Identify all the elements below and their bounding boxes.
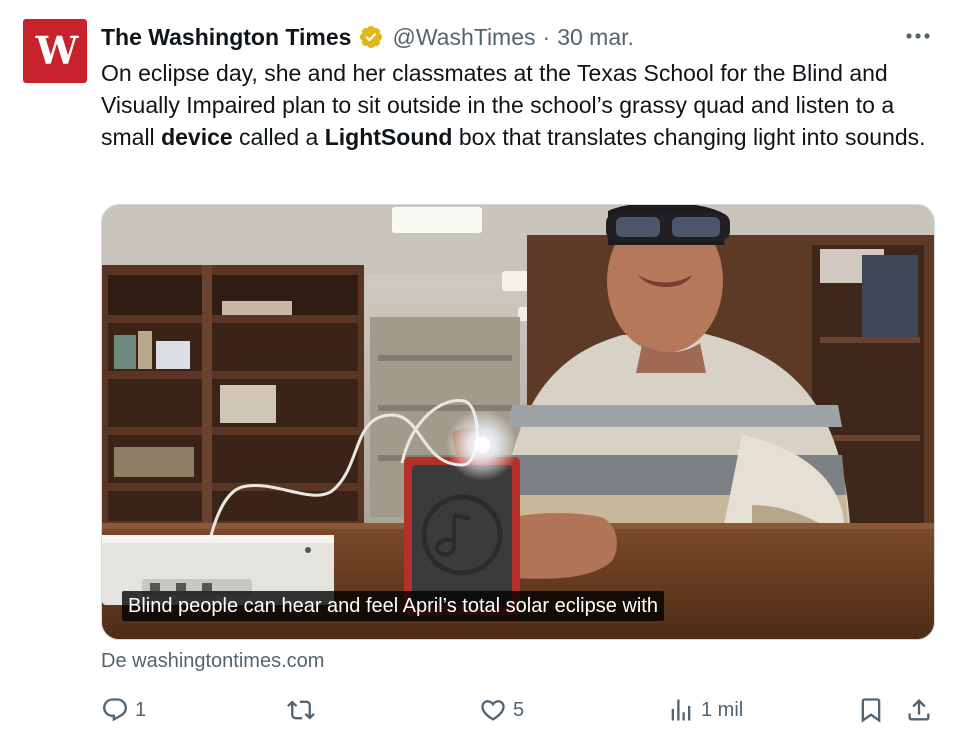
share-icon — [905, 696, 933, 724]
reply-button[interactable]: 1 — [101, 692, 146, 728]
share-button[interactable] — [905, 692, 933, 728]
tweet-text-bold: LightSound — [324, 124, 453, 150]
reply-count: 1 — [135, 698, 147, 721]
reply-icon — [101, 696, 129, 724]
views-icon — [667, 696, 695, 724]
tweet-timestamp[interactable]: 30 mar. — [557, 24, 634, 51]
more-icon[interactable] — [904, 24, 932, 48]
author-name[interactable]: The Washington Times — [101, 24, 351, 51]
like-button[interactable]: 5 — [479, 692, 524, 728]
author-avatar[interactable]: W — [23, 19, 87, 83]
bookmark-button[interactable] — [857, 692, 885, 728]
like-count: 5 — [513, 698, 525, 721]
link-source[interactable]: De washingtontimes.com — [101, 648, 324, 674]
tweet-actions: 1 5 1 mil — [101, 692, 935, 728]
heart-icon — [479, 696, 507, 724]
video-caption: Blind people can hear and feel April’s t… — [122, 591, 664, 621]
tweet-text-part: called a — [232, 124, 325, 150]
views-count: 1 mil — [701, 698, 744, 721]
author-handle[interactable]: @WashTimes — [392, 24, 535, 51]
repost-button[interactable] — [287, 692, 321, 728]
tweet-text-bold: device — [161, 124, 233, 150]
media-photo — [102, 205, 934, 639]
repost-icon — [287, 696, 315, 724]
tweet-header: The Washington Times @WashTimes · 30 mar… — [101, 21, 634, 53]
media-card[interactable]: Blind people can hear and feel April’s t… — [101, 204, 935, 640]
verified-badge-icon[interactable] — [358, 24, 384, 50]
tweet-text: On eclipse day, she and her classmates a… — [101, 57, 931, 153]
separator-dot: · — [542, 23, 551, 50]
washington-times-logo: W — [35, 28, 79, 73]
bookmark-icon — [857, 696, 885, 724]
views-button[interactable]: 1 mil — [667, 692, 743, 728]
tweet-text-part: box that translates changing light into … — [452, 124, 926, 150]
